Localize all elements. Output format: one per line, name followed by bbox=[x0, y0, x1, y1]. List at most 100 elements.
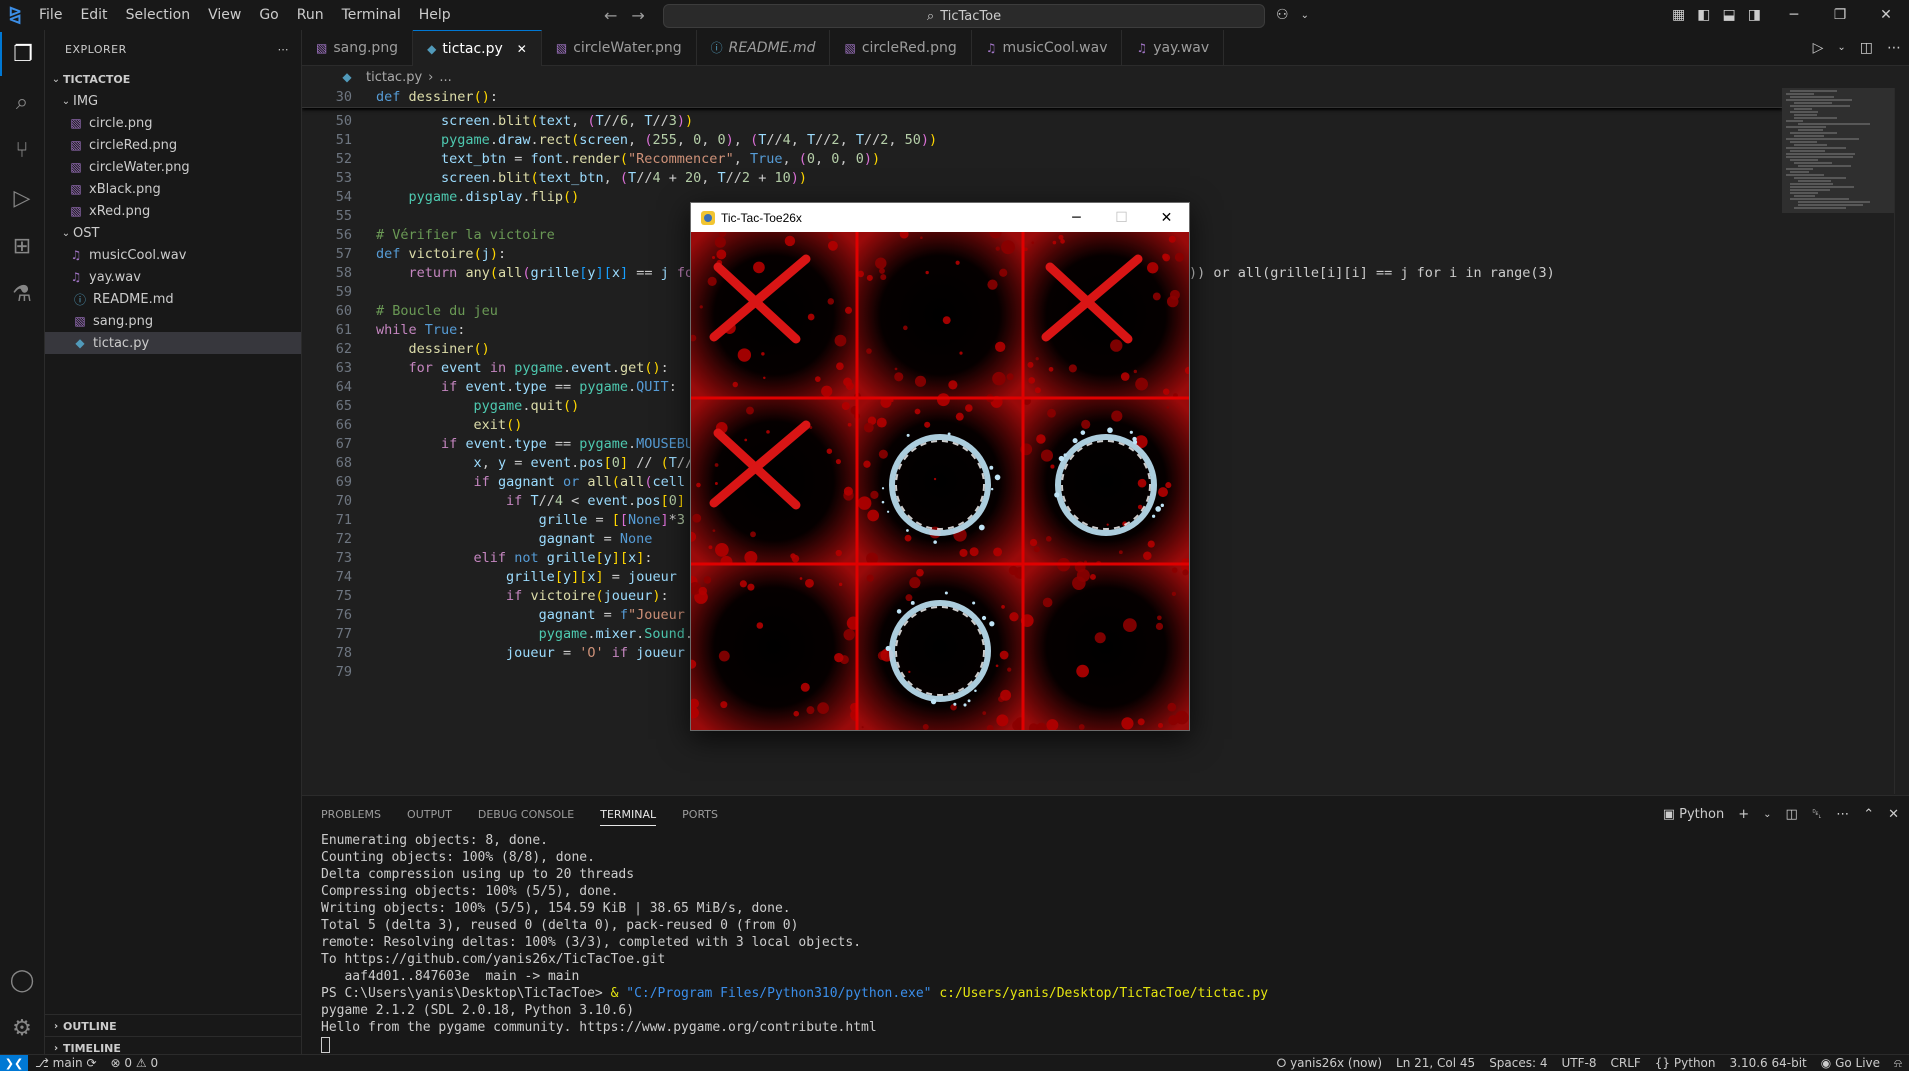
toggle-sidebar-icon[interactable]: ◧ bbox=[1697, 7, 1710, 23]
board-cell[interactable] bbox=[1020, 396, 1189, 567]
tree-file[interactable]: ▧ circleRed.png bbox=[45, 134, 301, 156]
more-actions-icon[interactable]: ⋯ bbox=[1836, 807, 1849, 822]
menu-view[interactable]: View bbox=[199, 0, 250, 30]
menu-help[interactable]: Help bbox=[410, 0, 460, 30]
tree-file[interactable]: ◆ tictac.py bbox=[45, 332, 301, 354]
board-cell[interactable] bbox=[854, 232, 1023, 400]
restore-button[interactable]: ❐ bbox=[1817, 0, 1863, 30]
breadcrumb-file[interactable]: tictac.py bbox=[366, 70, 422, 85]
board-cell[interactable] bbox=[1020, 558, 1189, 730]
split-editor-icon[interactable]: ◫ bbox=[1860, 40, 1873, 56]
tab-circlered-png[interactable]: ▧ circleRed.png bbox=[830, 30, 972, 65]
menu-file[interactable]: File bbox=[30, 0, 71, 30]
close-panel-icon[interactable]: ✕ bbox=[1888, 807, 1899, 822]
pygame-window[interactable]: Tic-Tac-Toe26x ─ ☐ ✕ bbox=[690, 202, 1190, 731]
maximize-panel-icon[interactable]: ⌃ bbox=[1863, 807, 1874, 822]
panel-tab-output[interactable]: OUTPUT bbox=[407, 808, 452, 821]
workspace-root[interactable]: ⌄ TICTACTOE bbox=[45, 68, 301, 90]
command-center-search[interactable]: ⌕ TicTacToe bbox=[663, 4, 1265, 28]
menu-run[interactable]: Run bbox=[288, 0, 333, 30]
settings-gear-icon[interactable]: ⚙ bbox=[0, 1006, 44, 1050]
editor-scrollbar[interactable] bbox=[1894, 88, 1909, 794]
panel-tab-ports[interactable]: PORTS bbox=[682, 808, 718, 821]
tree-file[interactable]: ▧ xRed.png bbox=[45, 200, 301, 222]
run-python-icon[interactable]: ▷ bbox=[1813, 40, 1824, 56]
explorer-icon[interactable]: ❐ bbox=[0, 32, 44, 76]
cursor-position[interactable]: Ln 21, Col 45 bbox=[1389, 1056, 1482, 1070]
tree-file[interactable]: ▧ sang.png bbox=[45, 310, 301, 332]
tab-sang-png[interactable]: ▧ sang.png bbox=[302, 30, 414, 65]
board-cell[interactable] bbox=[691, 564, 863, 730]
terminal-input-line[interactable] bbox=[321, 1036, 1909, 1053]
testing-icon[interactable]: ⚗ bbox=[0, 272, 44, 316]
outline-section[interactable]: › OUTLINE bbox=[45, 1014, 301, 1037]
code-line[interactable]: 51 pygame.draw.rect(screen, (255, 0, 0),… bbox=[302, 131, 1782, 150]
game-minimize-button[interactable]: ─ bbox=[1054, 203, 1099, 232]
remote-indicator-icon[interactable]: ❯❮ bbox=[0, 1055, 28, 1071]
source-control-icon[interactable]: ⑂ bbox=[0, 128, 44, 172]
extensions-icon[interactable]: ⊞ bbox=[0, 224, 44, 268]
problems-item[interactable]: ⊗ 0 ⚠ 0 bbox=[104, 1056, 166, 1070]
chevron-down-icon[interactable]: ⌄ bbox=[1837, 42, 1845, 53]
forward-arrow-icon[interactable]: → bbox=[631, 6, 644, 25]
chevron-down-icon[interactable]: ⌄ bbox=[1763, 809, 1771, 820]
tree-folder[interactable]: ⌄ IMG bbox=[45, 90, 301, 112]
encoding[interactable]: UTF-8 bbox=[1555, 1056, 1604, 1070]
close-tab-icon[interactable]: ✕ bbox=[517, 42, 527, 56]
run-debug-icon[interactable]: ▷ bbox=[0, 176, 44, 220]
menu-terminal[interactable]: Terminal bbox=[333, 0, 410, 30]
sticky-scroll-line[interactable]: 30 def dessiner(): bbox=[302, 88, 1782, 108]
more-actions-icon[interactable]: ⋯ bbox=[1887, 40, 1901, 56]
notifications-icon[interactable]: ⍾ bbox=[1887, 1056, 1909, 1071]
tree-file[interactable]: ♫ yay.wav bbox=[45, 266, 301, 288]
toggle-panel-icon[interactable]: ⬓ bbox=[1722, 7, 1735, 23]
menu-edit[interactable]: Edit bbox=[71, 0, 116, 30]
back-arrow-icon[interactable]: ← bbox=[604, 6, 617, 25]
board-cell[interactable] bbox=[857, 564, 1027, 730]
branch-item[interactable]: ⎇ main ⟳ bbox=[28, 1056, 104, 1070]
panel-tab-terminal[interactable]: TERMINAL bbox=[600, 808, 657, 826]
trash-icon[interactable]: ␡ bbox=[1812, 807, 1822, 822]
minimize-button[interactable]: ─ bbox=[1771, 0, 1817, 30]
toggle-secondary-sidebar-icon[interactable]: ◨ bbox=[1748, 7, 1761, 23]
menu-go[interactable]: Go bbox=[250, 0, 287, 30]
customize-layout-icon[interactable]: ▦ bbox=[1672, 7, 1685, 23]
code-line[interactable]: 53 screen.blit(text_btn, (T//4 + 20, T//… bbox=[302, 169, 1782, 188]
line-ending[interactable]: CRLF bbox=[1603, 1056, 1647, 1070]
game-close-button[interactable]: ✕ bbox=[1144, 203, 1189, 232]
copilot-menu[interactable]: ⚇ ⌄ bbox=[1276, 0, 1309, 30]
tab-musiccool-wav[interactable]: ♫ musicCool.wav bbox=[972, 30, 1123, 65]
breadcrumb-rest[interactable]: ... bbox=[439, 70, 451, 85]
tab-yay-wav[interactable]: ♫ yay.wav bbox=[1122, 30, 1225, 65]
tree-file[interactable]: ▧ xBlack.png bbox=[45, 178, 301, 200]
python-interpreter[interactable]: 3.10.6 64-bit bbox=[1723, 1056, 1814, 1070]
tab-readme-md[interactable]: ⓘ README.md bbox=[697, 30, 831, 65]
git-blame-item[interactable]: ⭘ yanis26x (now) bbox=[1270, 1056, 1389, 1071]
terminal[interactable]: Enumerating objects: 8, done. Counting ob… bbox=[321, 832, 1909, 1055]
minimap-slider[interactable] bbox=[1782, 88, 1894, 213]
tree-folder[interactable]: ⌄ OST bbox=[45, 222, 301, 244]
search-view-icon[interactable]: ⌕ bbox=[0, 80, 44, 124]
menu-selection[interactable]: Selection bbox=[117, 0, 200, 30]
new-terminal-icon[interactable]: + bbox=[1738, 807, 1749, 822]
tree-file[interactable]: ▧ circle.png bbox=[45, 112, 301, 134]
tab-circlewater-png[interactable]: ▧ circleWater.png bbox=[542, 30, 697, 65]
tree-file[interactable]: ♫ musicCool.wav bbox=[45, 244, 301, 266]
tab-tictac-py[interactable]: ◆ tictac.py ✕ bbox=[413, 30, 542, 66]
panel-tab-debug-console[interactable]: DEBUG CONSOLE bbox=[478, 808, 574, 821]
accounts-icon[interactable]: ◯ bbox=[0, 958, 44, 1002]
code-line[interactable]: 52 text_btn = font.render("Recommencer",… bbox=[302, 150, 1782, 169]
minimap[interactable] bbox=[1782, 88, 1894, 794]
panel-tab-problems[interactable]: PROBLEMS bbox=[321, 808, 381, 821]
tree-file[interactable]: ⓘ README.md bbox=[45, 288, 301, 310]
code-line[interactable]: 50 screen.blit(text, (T//6, T//3)) bbox=[302, 112, 1782, 131]
split-terminal-icon[interactable]: ◫ bbox=[1785, 807, 1797, 822]
terminal-profile[interactable]: ▣ Python bbox=[1663, 807, 1725, 822]
game-board[interactable] bbox=[691, 232, 1189, 730]
go-live-button[interactable]: ◉ Go Live bbox=[1814, 1056, 1887, 1070]
more-actions-icon[interactable]: ⋯ bbox=[278, 43, 290, 56]
indentation[interactable]: Spaces: 4 bbox=[1482, 1056, 1554, 1070]
game-title-bar[interactable]: Tic-Tac-Toe26x ─ ☐ ✕ bbox=[691, 203, 1189, 232]
close-window-button[interactable]: ✕ bbox=[1863, 0, 1909, 30]
tree-file[interactable]: ▧ circleWater.png bbox=[45, 156, 301, 178]
